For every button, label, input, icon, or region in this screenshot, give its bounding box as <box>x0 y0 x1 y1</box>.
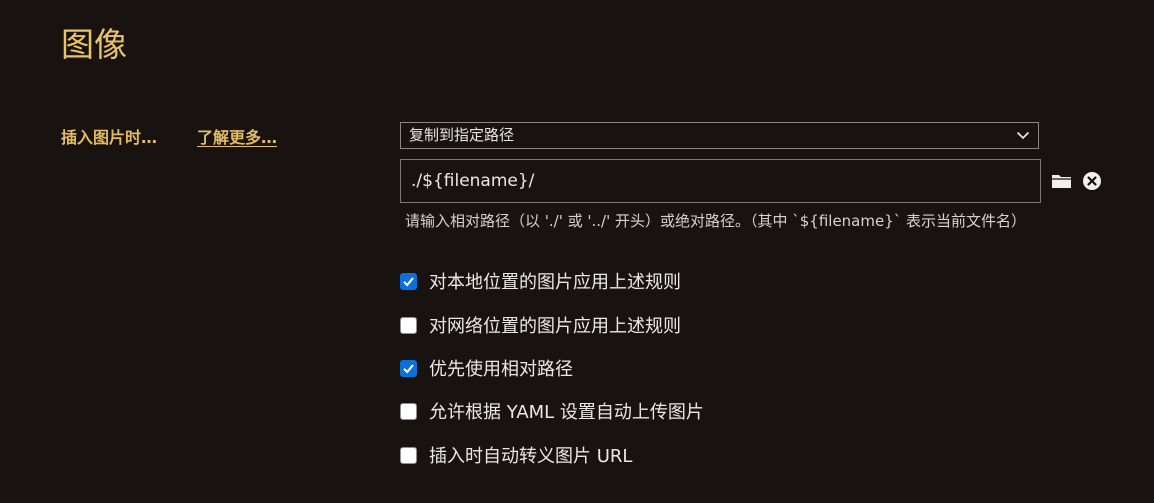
folder-icon[interactable] <box>1051 171 1073 191</box>
path-hint-text: 请输入相对路径（以 './' 或 '../' 开头）或绝对路径。（其中 `${f… <box>405 212 1027 230</box>
clear-circle-icon[interactable] <box>1082 171 1102 191</box>
option-prefer-relative-path[interactable]: 优先使用相对路径 <box>400 356 573 380</box>
option-label: 优先使用相对路径 <box>429 359 573 380</box>
insert-image-label: 插入图片时… <box>61 128 158 147</box>
section-title: 图像 <box>61 25 127 64</box>
option-label: 允许根据 YAML 设置自动上传图片 <box>429 402 704 423</box>
checkbox-unchecked[interactable] <box>400 316 417 334</box>
option-label: 对网络位置的图片应用上述规则 <box>429 316 681 337</box>
checkbox-unchecked[interactable] <box>400 402 417 420</box>
option-yaml-auto-upload[interactable]: 允许根据 YAML 设置自动上传图片 <box>400 399 704 423</box>
image-settings-page: 图像 插入图片时… 了解更多… 复制到指定路径 请输入相对路径（以 './' 或… <box>0 0 1154 503</box>
checkbox-checked[interactable] <box>400 359 417 377</box>
insert-action-select[interactable]: 复制到指定路径 <box>400 122 1039 149</box>
image-path-input[interactable] <box>400 159 1041 203</box>
checkbox-checked[interactable] <box>400 272 417 290</box>
checkbox-unchecked[interactable] <box>400 446 417 464</box>
chevron-down-icon <box>1016 131 1030 140</box>
option-escape-url[interactable]: 插入时自动转义图片 URL <box>400 443 632 467</box>
learn-more-link[interactable]: 了解更多… <box>197 124 277 148</box>
insert-action-selected-value: 复制到指定路径 <box>409 126 515 144</box>
option-label: 插入时自动转义图片 URL <box>429 446 633 467</box>
option-local-images[interactable]: 对本地位置的图片应用上述规则 <box>400 269 681 293</box>
checkmark-icon <box>403 276 414 286</box>
option-label: 对本地位置的图片应用上述规则 <box>429 272 681 293</box>
checkmark-icon <box>403 363 414 373</box>
option-network-images[interactable]: 对网络位置的图片应用上述规则 <box>400 313 681 337</box>
